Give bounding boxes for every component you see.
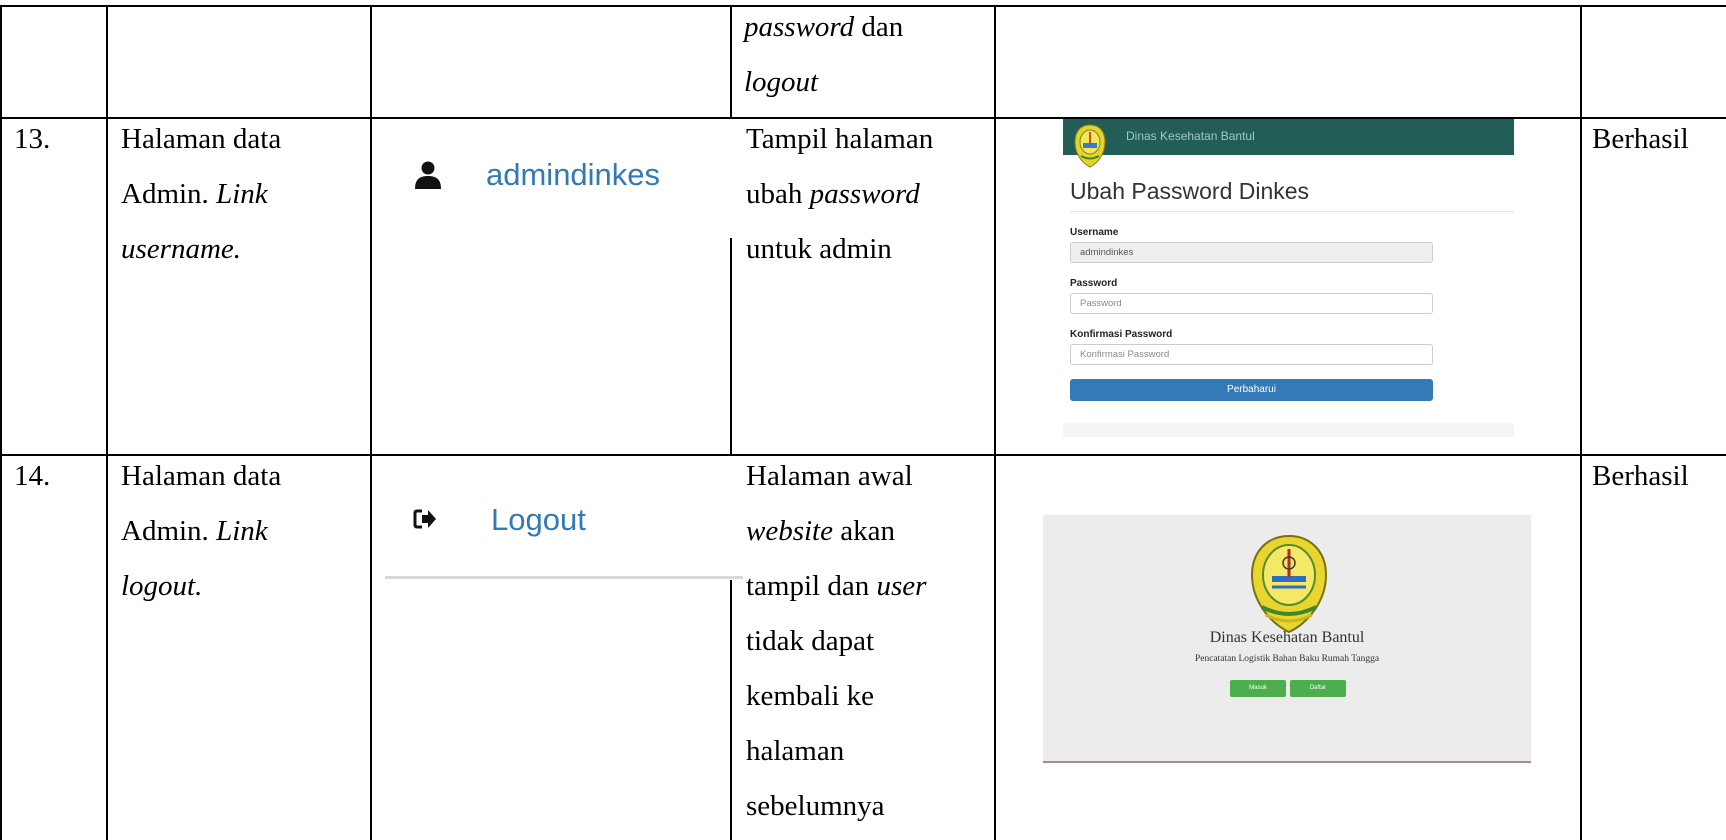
row14-desc-line2: Admin. Link xyxy=(121,504,268,559)
top-row-password-text: password xyxy=(744,11,855,43)
menu-divider xyxy=(385,576,743,579)
table-col-divider xyxy=(730,578,732,840)
row13-result-ubah: ubah xyxy=(746,178,810,210)
row13-desc-line2: Admin. Link xyxy=(121,167,268,222)
top-row-result-line2: logout xyxy=(744,55,818,110)
password-field[interactable]: Password xyxy=(1070,293,1433,314)
row14-result-line1: Halaman awal xyxy=(746,460,913,492)
register-button[interactable]: Daftar xyxy=(1290,680,1346,697)
password-label: Password xyxy=(1070,278,1118,289)
row14-number: 14. xyxy=(14,460,51,492)
row13-result-line1: Tampil halaman xyxy=(746,123,934,155)
login-button[interactable]: Masuk xyxy=(1230,680,1286,697)
row14-result-line7: sebelumnya xyxy=(746,790,885,822)
row14-desc-line3: logout. xyxy=(121,559,202,614)
user-icon xyxy=(415,161,441,189)
title-divider xyxy=(1070,211,1514,212)
row13-status: Berhasil xyxy=(1592,123,1689,155)
table-border-left xyxy=(0,5,2,840)
table-col-divider xyxy=(730,5,732,117)
row14-result-line6: halaman xyxy=(746,735,845,767)
row14-result-akan: akan xyxy=(833,515,895,547)
row14-link-label[interactable]: Logout xyxy=(491,502,586,538)
row14-result-line5: kembali ke xyxy=(746,680,875,712)
row14-result-line3: tampil dan user xyxy=(746,559,926,614)
row14-status: Berhasil xyxy=(1592,460,1689,492)
row13-number: 13. xyxy=(14,123,51,155)
landing-page-screenshot: Dinas Kesehatan Bantul Pencatatan Logist… xyxy=(1043,515,1531,763)
top-row-result: password dan xyxy=(744,0,903,55)
row14-result-website: website xyxy=(746,515,833,547)
row14-desc-line1: Halaman data xyxy=(121,460,282,492)
row13-result-password: password xyxy=(809,178,920,210)
username-label: Username xyxy=(1070,227,1119,238)
table-col-divider xyxy=(994,5,996,840)
dinkes-logo-icon xyxy=(1074,124,1106,168)
row14-desc-link: Link xyxy=(216,515,268,547)
landing-bottom-border xyxy=(1043,761,1531,763)
update-button[interactable]: Perbaharui xyxy=(1070,379,1433,401)
row13-desc-line3: username. xyxy=(121,222,241,277)
confirm-password-label: Konfirmasi Password xyxy=(1070,329,1173,340)
sign-out-icon xyxy=(413,509,436,529)
row14-link-image: Logout xyxy=(385,456,743,580)
row14-result-line2: website akan xyxy=(746,504,895,559)
table-col-divider xyxy=(1580,5,1582,840)
row13-desc-line1: Halaman data xyxy=(121,123,282,155)
landing-title: Dinas Kesehatan Bantul xyxy=(1209,629,1365,646)
top-row-dan-text: dan xyxy=(854,11,904,43)
row14-result-line4: tidak dapat xyxy=(746,625,875,657)
username-field[interactable]: admindinkes xyxy=(1070,242,1433,263)
app-header-title: Dinas Kesehatan Bantul xyxy=(1126,129,1255,143)
row13-link-label[interactable]: admindinkes xyxy=(486,157,660,193)
row13-desc-link: Link xyxy=(216,178,268,210)
row13-desc-admin: Admin. xyxy=(121,178,217,210)
row13-link-image: admindinkes xyxy=(372,119,730,249)
row14-result-user: user xyxy=(876,570,927,602)
change-password-screenshot: Dinas Kesehatan Bantul Ubah Password Din… xyxy=(1063,119,1514,437)
table-col-divider xyxy=(730,238,732,454)
row13-result-line2: ubah password xyxy=(746,167,920,222)
row14-desc-admin: Admin. xyxy=(121,515,217,547)
row13-desc-username: username. xyxy=(121,233,242,265)
landing-subtitle: Pencatatan Logistik Bahan Baku Rumah Tan… xyxy=(1194,654,1380,664)
confirm-password-field[interactable]: Konfirmasi Password xyxy=(1070,344,1433,365)
row14-result-tampil: tampil dan xyxy=(746,570,877,602)
top-row-logout-text: logout xyxy=(744,66,819,98)
row13-result-line3: untuk admin xyxy=(746,233,892,265)
row14-desc-logout: logout. xyxy=(121,570,203,602)
table-col-divider xyxy=(106,5,108,840)
dinkes-logo-icon xyxy=(1250,534,1328,634)
page-title: Ubah Password Dinkes xyxy=(1070,178,1310,204)
panel-footer xyxy=(1063,423,1514,437)
